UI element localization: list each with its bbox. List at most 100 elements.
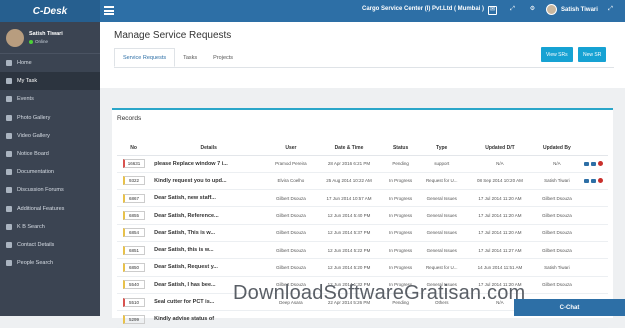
- new-sr-button[interactable]: New SR: [578, 47, 607, 62]
- sidebar-item-discussion-forums[interactable]: Discussion Forums: [0, 181, 100, 199]
- chat-button[interactable]: C-Chat: [514, 299, 625, 316]
- cell-details[interactable]: Dear Satish, Reference...: [150, 206, 268, 225]
- cell-actions: [579, 189, 608, 208]
- column-header[interactable]: Status: [383, 142, 418, 156]
- nav-icon: [6, 114, 12, 121]
- column-header[interactable]: User: [267, 142, 315, 156]
- sidebar-item-people-search[interactable]: People Search: [0, 254, 100, 272]
- row-actions: [579, 178, 608, 184]
- sidebar: Satish Tiwari Online Home My Task Events Ph…: [0, 22, 100, 316]
- record-number[interactable]: 6855: [122, 211, 145, 221]
- cell-no: 6867: [117, 189, 151, 208]
- cell-details[interactable]: Dear Satish, new staff...: [150, 189, 268, 208]
- cell-actions: [579, 224, 608, 242]
- cell-actions: [579, 241, 608, 260]
- sidebar-nav: Home My Task Events Photo Gallery Video Gall…: [0, 54, 100, 272]
- cell-details[interactable]: Dear Satish, Request y...: [150, 258, 268, 277]
- record-number[interactable]: 6854: [122, 228, 145, 238]
- cell-by: Satish Tiwari: [534, 172, 580, 191]
- cell-upd: 17 Jul 2014 11:20 AM: [465, 206, 535, 225]
- menu-toggle-icon[interactable]: [104, 6, 114, 15]
- cell-details[interactable]: Kindly advise status of: [150, 310, 268, 328]
- sidebar-item-notice-board[interactable]: Notice Board: [0, 145, 100, 163]
- cell-no: 6850: [117, 258, 151, 277]
- link-icon[interactable]: [591, 161, 597, 166]
- reply-icon[interactable]: [584, 161, 590, 166]
- column-header[interactable]: No: [117, 142, 151, 156]
- table-row[interactable]: 6867 Dear Satish, new staff... Gilbert Dso…: [117, 189, 608, 208]
- sidebar-item-video-gallery[interactable]: Video Gallery: [0, 127, 100, 145]
- nav-icon: [6, 241, 12, 248]
- cell-status: [383, 310, 418, 328]
- sidebar-item-my-task[interactable]: My Task: [0, 72, 100, 91]
- table-row[interactable]: 6851 Dear Satish, this is w... Gilbert Dso…: [117, 241, 608, 260]
- cell-type: Request for U...: [417, 172, 466, 191]
- delete-icon[interactable]: [598, 178, 604, 184]
- tab-service-requests[interactable]: Service Requests: [114, 48, 176, 67]
- cell-details[interactable]: Dear Satish, this is w...: [150, 241, 268, 260]
- record-number[interactable]: 5510: [122, 297, 145, 307]
- cell-status: In Progress: [383, 241, 418, 260]
- profile-card: Satish Tiwari Online: [0, 22, 100, 54]
- cell-upd: 17 Jul 2014 11:20 AM: [465, 189, 535, 208]
- table-row[interactable]: 6855 Dear Satish, Reference... Gilbert Dso…: [117, 206, 608, 225]
- sidebar-item-events[interactable]: Events: [0, 90, 100, 108]
- column-header[interactable]: Date & Time: [314, 142, 384, 156]
- table-row[interactable]: 6854 Dear Satish, This is w... Gilbert Dso…: [117, 224, 608, 242]
- table-row[interactable]: 6850 Dear Satish, Request y... Gilbert Dso…: [117, 258, 608, 277]
- view-srs-button[interactable]: View SRs: [541, 47, 573, 62]
- link-icon[interactable]: [591, 178, 597, 183]
- sidebar-item-k-b-search[interactable]: K B Search: [0, 218, 100, 236]
- cell-user: Pramod Pereira: [267, 155, 315, 173]
- nav-icon: [6, 223, 12, 230]
- cell-type: General Issues: [417, 189, 466, 208]
- cell-dt: 12 Jun 2014 5:37 PM: [314, 224, 384, 242]
- cell-details[interactable]: Dear Satish, This is w...: [150, 224, 268, 242]
- column-header[interactable]: Updated D/T: [465, 142, 535, 156]
- record-number[interactable]: 6851: [122, 245, 145, 255]
- cell-user: [267, 310, 315, 328]
- record-number[interactable]: 16631: [122, 159, 145, 169]
- sidebar-item-label: Notice Board: [17, 151, 49, 158]
- column-header[interactable]: Type: [417, 142, 466, 156]
- nav-icon: [6, 187, 12, 194]
- cell-user: Gilbert Dsouza: [267, 224, 315, 242]
- tab-projects[interactable]: Projects: [205, 48, 241, 67]
- records-title: Records: [117, 115, 142, 122]
- sidebar-item-home[interactable]: Home: [0, 54, 100, 72]
- cell-type: General Issues: [417, 241, 466, 260]
- cell-dt: 12 Jun 2014 5:20 PM: [314, 258, 384, 277]
- user-menu[interactable]: Satish Tiwari: [546, 4, 598, 15]
- tab-tasks[interactable]: Tasks: [175, 48, 205, 67]
- table-row[interactable]: 16631 please Replace window 7 i... Pramod …: [117, 155, 608, 173]
- sidebar-item-documentation[interactable]: Documentation: [0, 163, 100, 181]
- sidebar-item-label: Documentation: [17, 169, 54, 176]
- record-number[interactable]: 6867: [122, 193, 145, 203]
- brand-logo[interactable]: C-Desk: [0, 0, 100, 22]
- share-icon[interactable]: ⤢: [508, 6, 517, 15]
- cell-details[interactable]: please Replace window 7 i...: [150, 155, 268, 173]
- record-number[interactable]: 6850: [122, 262, 145, 272]
- nav-icon: [6, 78, 12, 85]
- column-header[interactable]: Updated By: [534, 142, 580, 156]
- record-number[interactable]: 5540: [122, 280, 145, 290]
- sidebar-item-photo-gallery[interactable]: Photo Gallery: [0, 109, 100, 127]
- sidebar-item-label: K B Search: [17, 223, 45, 230]
- watermark: DownloadSoftwareGratisan.com: [233, 282, 526, 304]
- record-number[interactable]: 9322: [122, 176, 145, 186]
- table-row[interactable]: 9322 Kindly request you to upd... Elvira C…: [117, 172, 608, 191]
- share-alt-icon[interactable]: ⤢: [606, 6, 615, 15]
- sidebar-item-additional-features[interactable]: Additional Features: [0, 200, 100, 218]
- settings-icon[interactable]: ⚙: [528, 6, 537, 15]
- cell-actions: [579, 172, 608, 191]
- avatar: [546, 4, 557, 15]
- delete-icon[interactable]: [598, 161, 604, 167]
- cell-details[interactable]: Kindly request you to upd...: [150, 172, 268, 191]
- cell-no: 5510: [117, 293, 151, 312]
- sidebar-item-contact-details[interactable]: Contact Details: [0, 236, 100, 254]
- record-number[interactable]: 5299: [122, 314, 145, 324]
- column-header[interactable]: Details: [150, 142, 268, 156]
- reply-icon[interactable]: [584, 178, 590, 183]
- profile-avatar: [6, 28, 24, 47]
- mail-icon[interactable]: ✉: [488, 6, 497, 15]
